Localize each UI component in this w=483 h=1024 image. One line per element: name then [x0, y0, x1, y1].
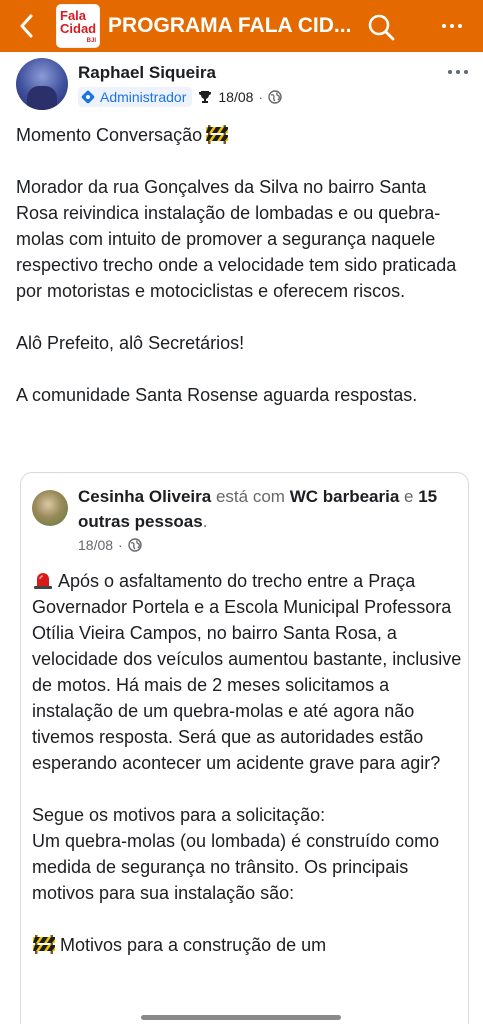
post-paragraph-3: A comunidade Santa Rosense aguarda respo…	[16, 385, 418, 405]
home-indicator[interactable]	[141, 1015, 341, 1020]
post-title-line: Momento Conversação	[16, 122, 471, 148]
post-meta: Administrador 18/08 ·	[78, 87, 282, 107]
group-top-bar: Fala Cidad BJI PROGRAMA FALA CID...	[0, 0, 483, 52]
shared-author-avatar[interactable]	[32, 490, 68, 526]
shared-tagged-place[interactable]: WC barbearia	[290, 487, 400, 506]
author-name[interactable]: Raphael Siqueira	[78, 63, 216, 83]
post-body: Momento Conversação Morador da rua Gonça…	[16, 122, 471, 408]
globe-icon	[268, 90, 282, 104]
shared-and-text: e	[404, 487, 414, 506]
post-title: Momento Conversação	[16, 125, 203, 145]
shared-post-date[interactable]: 18/08	[78, 537, 113, 553]
post-more-button[interactable]	[442, 64, 474, 80]
shared-meta-separator: ·	[118, 537, 123, 553]
shared-post-meta: 18/08 ·	[78, 537, 142, 553]
trophy-icon	[198, 90, 212, 104]
shared-paragraph-1: Após o asfaltamento do trecho entre a Pr…	[32, 568, 464, 776]
search-button[interactable]	[366, 12, 396, 42]
shared-paragraph-3-text: Motivos para a construção de um	[60, 935, 327, 955]
shared-with-text: está com	[215, 487, 285, 506]
more-options-button[interactable]	[432, 14, 472, 38]
logo-text-line3: BJI	[86, 38, 96, 44]
shared-paragraph-1-text: Após o asfaltamento do trecho entre a Pr…	[32, 571, 462, 773]
shared-paragraph-3: Motivos para a construção de um	[32, 932, 464, 958]
shared-post-card[interactable]: Cesinha Oliveira está com WC barbearia e…	[20, 472, 469, 1024]
siren-emoji	[34, 573, 52, 589]
post-paragraph-1: Morador da rua Gonçalves da Silva no bai…	[16, 177, 457, 301]
more-horizontal-icon	[448, 70, 452, 74]
more-horizontal-icon	[442, 24, 446, 28]
post-date[interactable]: 18/08	[218, 89, 253, 105]
group-title[interactable]: PROGRAMA FALA CID...	[108, 14, 358, 38]
post-paragraph-2: Alô Prefeito, alô Secretários!	[16, 333, 245, 353]
shared-paragraph-2-line-2: Um quebra-molas (ou lombada) é construíd…	[32, 831, 440, 903]
group-logo[interactable]: Fala Cidad BJI	[56, 4, 100, 48]
admin-shield-icon	[81, 90, 95, 104]
author-avatar[interactable]	[16, 58, 68, 110]
back-button[interactable]	[4, 0, 48, 52]
construction-barrier-emoji	[33, 935, 55, 954]
globe-icon	[128, 538, 142, 552]
shared-post-header: Cesinha Oliveira está com WC barbearia e…	[78, 484, 458, 534]
shared-period: .	[202, 512, 208, 531]
shared-post-body: Após o asfaltamento do trecho entre a Pr…	[32, 568, 464, 958]
meta-separator: ·	[258, 89, 264, 105]
shared-paragraph-2-line-1: Segue os motivos para a solicitação:	[32, 805, 326, 825]
admin-badge[interactable]: Administrador	[78, 87, 193, 107]
chevron-left-icon	[20, 14, 33, 38]
logo-text-line2: Cidad	[60, 21, 97, 36]
post-header: Raphael Siqueira Administrador 18/08 ·	[0, 56, 483, 112]
search-icon	[368, 14, 395, 41]
shared-author-name[interactable]: Cesinha Oliveira	[78, 487, 211, 506]
construction-barrier-emoji	[206, 125, 229, 144]
admin-label: Administrador	[100, 89, 187, 105]
